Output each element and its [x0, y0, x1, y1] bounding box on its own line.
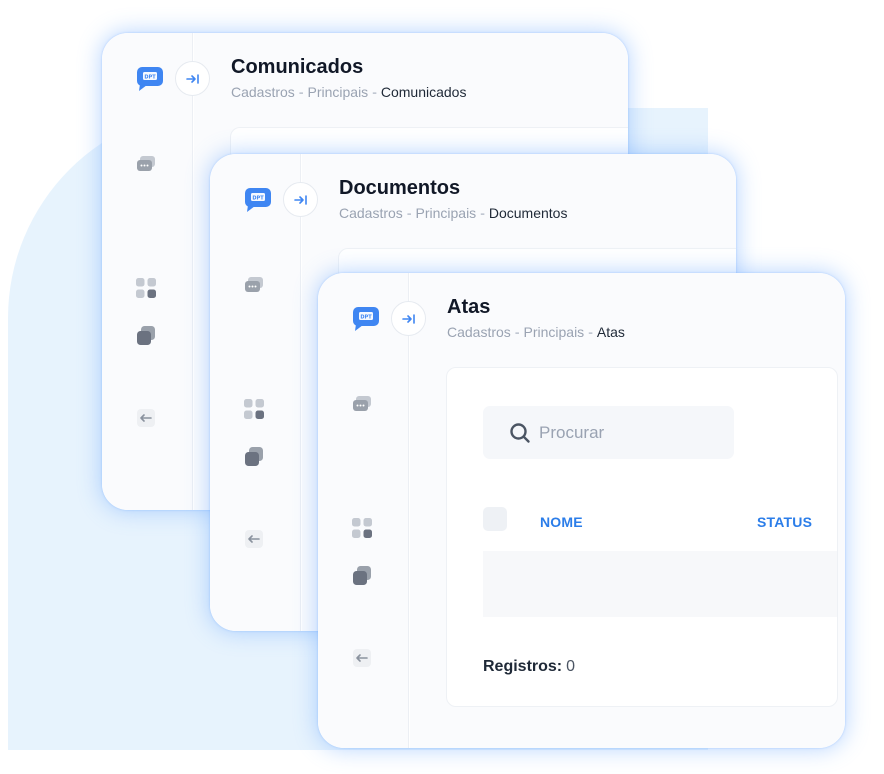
breadcrumb-item[interactable]: Principais: [307, 84, 368, 100]
sidebar-toggle-button[interactable]: [283, 182, 318, 217]
arrow-right-bar-icon: [185, 73, 199, 84]
window-atas: DPT Atas Cadastros - Principais - Atas P…: [318, 273, 845, 748]
exit-icon[interactable]: [351, 647, 373, 669]
search-icon: [510, 422, 530, 443]
svg-text:DPT: DPT: [144, 75, 156, 81]
grid-icon[interactable]: [243, 398, 265, 420]
records-value: 0: [566, 658, 576, 675]
arrow-right-bar-icon: [401, 313, 415, 324]
breadcrumb: Cadastros - Principais - Comunicados: [231, 84, 467, 100]
stack-icon[interactable]: [243, 446, 265, 468]
sidebar: DPT: [102, 33, 193, 510]
sidebar-toggle-button[interactable]: [391, 301, 426, 336]
sidebar: DPT: [210, 154, 301, 631]
column-header-nome[interactable]: NOME: [540, 514, 583, 530]
logo-icon: DPT: [137, 67, 163, 91]
grid-icon[interactable]: [135, 277, 157, 299]
breadcrumb-current: Atas: [596, 324, 625, 340]
page-title: Comunicados: [231, 56, 364, 78]
breadcrumb-current: Comunicados: [380, 84, 467, 100]
content-card: Procurar NOME STATUS Registros: 0: [446, 367, 838, 707]
exit-icon[interactable]: [243, 528, 265, 550]
search-input[interactable]: Procurar: [483, 406, 734, 459]
breadcrumb-item[interactable]: Cadastros: [447, 324, 511, 340]
exit-icon[interactable]: [135, 407, 157, 429]
select-all-checkbox[interactable]: [483, 507, 507, 531]
svg-text:DPT: DPT: [252, 196, 264, 202]
chat-icon[interactable]: [351, 394, 373, 416]
table-empty-row: [483, 551, 837, 617]
breadcrumb-current: Documentos: [488, 205, 568, 221]
breadcrumb-item[interactable]: Cadastros: [339, 205, 403, 221]
chat-icon[interactable]: [135, 154, 157, 176]
column-header-status[interactable]: STATUS: [757, 514, 812, 530]
sidebar-toggle-button[interactable]: [175, 61, 210, 96]
stack-icon[interactable]: [135, 325, 157, 347]
logo-icon: DPT: [245, 188, 271, 212]
records-label: Registros:: [483, 658, 563, 675]
search-placeholder: Procurar: [539, 422, 605, 442]
sidebar: DPT: [318, 273, 409, 748]
logo-icon: DPT: [353, 307, 379, 331]
breadcrumb-item[interactable]: Principais: [523, 324, 584, 340]
page-title: Atas: [447, 296, 491, 318]
arrow-right-bar-icon: [293, 194, 307, 205]
records-count: Registros: 0: [483, 658, 575, 676]
breadcrumb-item[interactable]: Cadastros: [231, 84, 295, 100]
breadcrumb-item[interactable]: Principais: [415, 205, 476, 221]
page-title: Documentos: [339, 177, 461, 199]
svg-text:DPT: DPT: [360, 315, 372, 321]
breadcrumb: Cadastros - Principais - Atas: [447, 324, 625, 340]
breadcrumb: Cadastros - Principais - Documentos: [339, 205, 568, 221]
stack-icon[interactable]: [351, 565, 373, 587]
grid-icon[interactable]: [351, 517, 373, 539]
chat-icon[interactable]: [243, 275, 265, 297]
